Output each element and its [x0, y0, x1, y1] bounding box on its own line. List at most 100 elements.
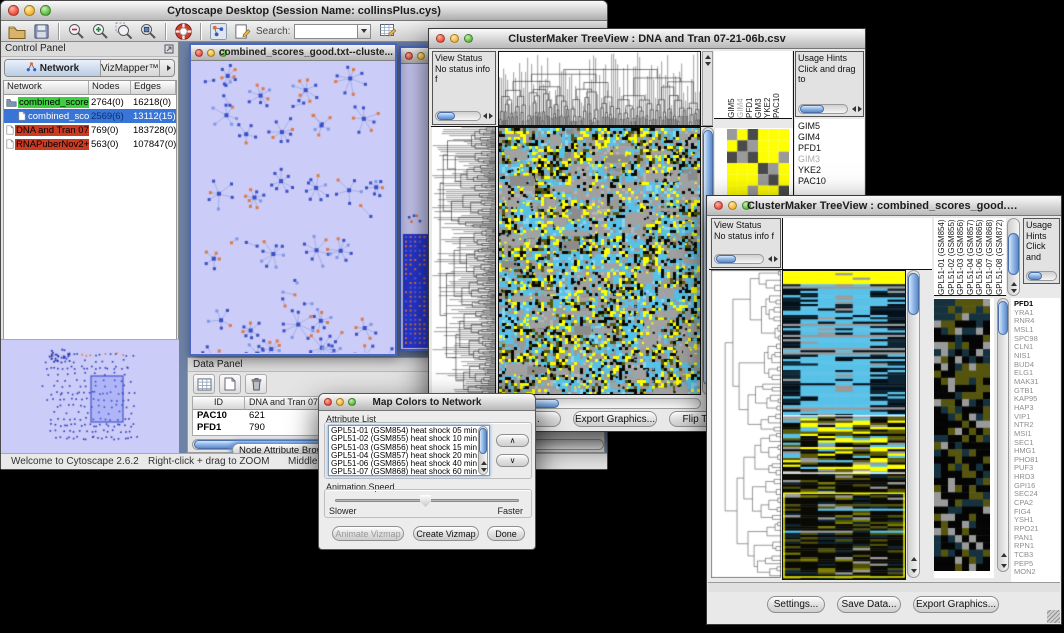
close-button[interactable] [405, 52, 413, 60]
table-icon[interactable] [193, 374, 215, 394]
export-graphics-button[interactable]: Export Graphics... [573, 411, 657, 427]
toolbar-separator [58, 23, 59, 40]
gene-list-scrollbar[interactable] [997, 298, 1009, 572]
network-edges: 107847(0) [131, 137, 176, 151]
data-panel-title: Data Panel [193, 359, 242, 370]
animate-vizmap-button[interactable]: Animate Vizmap [332, 526, 404, 541]
matrix-label: GIM5 [798, 121, 864, 132]
col-nodes[interactable]: Nodes [89, 81, 131, 95]
treeview1-title: ClusterMaker TreeView : DNA and Tran 07-… [429, 33, 865, 45]
mini-heatmap[interactable] [934, 299, 990, 571]
search-input[interactable] [294, 24, 358, 39]
folder-icon [6, 98, 17, 107]
network-view-window[interactable]: combined_scores_good.txt--cluste... [189, 43, 397, 356]
network-row[interactable]: DNA and Tran 07769(0)183728(0) [4, 123, 176, 137]
create-vizmap-button[interactable]: Create Vizmap [413, 526, 479, 541]
zoom-in-icon[interactable] [88, 22, 112, 41]
open-session-button[interactable] [5, 22, 29, 41]
network-row[interactable]: combined_scores2764(0)16218(0) [4, 95, 176, 109]
tab-vizmapper[interactable]: VizMapper™ [101, 60, 160, 76]
network-tree-icon [26, 61, 37, 75]
view-status-scrollbar[interactable] [714, 254, 764, 264]
status-middle-hint: Middle- [288, 456, 321, 467]
toolbar-separator [200, 23, 201, 40]
attribute-list[interactable]: GPL51-01 (GSM854) heat shock 05 minGPL51… [328, 425, 490, 476]
view-status-text: No status info f [714, 231, 778, 242]
network-name: DNA and Tran 07 [15, 125, 89, 136]
column-label: GIM5 [727, 51, 736, 118]
save-data-button[interactable]: Save Data... [837, 596, 901, 613]
col-id[interactable]: ID [193, 397, 245, 410]
row-dendrogram[interactable] [711, 270, 781, 578]
main-titlebar[interactable]: Cytoscape Desktop (Session Name: collins… [1, 1, 607, 21]
attribute-browser-icon[interactable] [376, 22, 400, 41]
network-row[interactable]: RNAPuberNov2+563(0)107847(0) [4, 137, 176, 151]
dialog-titlebar[interactable]: Map Colors to Network [319, 394, 535, 411]
status-zoom-hint: Right-click + drag to ZOOM [148, 456, 269, 467]
mini-heatmap-zone [934, 298, 994, 578]
usage-hints-text: Click and [1026, 241, 1057, 262]
treeview2-titlebar[interactable]: ClusterMaker TreeView : combined_scores_… [707, 196, 1061, 216]
network-list: Network Nodes Edges combined_scores2764(… [3, 80, 177, 340]
birdseye-view[interactable] [1, 339, 179, 453]
usage-hints-title: Usage Hints [798, 53, 861, 64]
save-session-button[interactable] [29, 22, 53, 41]
column-label: GPL51-03 (GSM856) [956, 218, 966, 295]
new-document-icon[interactable] [219, 374, 241, 394]
heatmap-vscrollbar[interactable] [907, 270, 920, 578]
usage-hints-scrollbar[interactable] [798, 104, 848, 114]
search-dropdown-button[interactable] [358, 24, 371, 39]
heatmap-main[interactable] [782, 270, 906, 580]
column-dendrogram[interactable] [782, 218, 932, 269]
attribute-item[interactable]: GPL51-07 (GSM868) heat shock 60 min [331, 468, 487, 476]
heatmap-main[interactable] [498, 127, 701, 395]
float-panel-icon[interactable] [164, 44, 174, 57]
toolbar-separator [165, 23, 166, 40]
done-button[interactable]: Done [487, 526, 525, 541]
zoom-out-icon[interactable] [64, 22, 88, 41]
export-graphics-button[interactable]: Export Graphics... [913, 596, 999, 613]
usage-hints-panel: Usage Hints Click and [1023, 218, 1060, 284]
label-scroll-strip[interactable] [702, 51, 713, 126]
file-icon [18, 111, 26, 121]
view-status-scrollbar[interactable] [435, 111, 481, 121]
chevron-right-icon [167, 65, 171, 71]
usage-hints-scrollbar[interactable] [1026, 271, 1057, 281]
network-row[interactable]: combined_sco2569(6)13112(15) [4, 109, 176, 123]
node-attribute-browser-button[interactable]: Node Attribute Brows [232, 443, 328, 453]
network-edges: 13112(15) [131, 109, 176, 123]
treeview-window-combined: ClusterMaker TreeView : combined_scores_… [706, 195, 1062, 625]
row-id: PAC10 [193, 410, 245, 422]
view-status-title: View Status [435, 53, 493, 64]
move-up-button[interactable]: ∧ [496, 434, 529, 447]
column-label: GIM4 [736, 51, 745, 118]
tab-network[interactable]: Network [5, 60, 101, 76]
network-nodes: 2764(0) [89, 95, 131, 109]
move-down-button[interactable]: ∨ [496, 454, 529, 467]
column-label: GPL51-02 (GSM855) [947, 218, 957, 295]
col-network[interactable]: Network [4, 81, 89, 95]
control-panel-title: Control Panel [5, 43, 66, 54]
zoom-fit-icon[interactable] [136, 22, 160, 41]
desktop: Cytoscape Desktop (Session Name: collins… [0, 0, 1064, 633]
network-table-header[interactable]: Network Nodes Edges [4, 81, 176, 95]
correlation-matrix[interactable] [727, 129, 789, 197]
row-dendrogram[interactable] [432, 127, 496, 395]
annotation-icon[interactable] [230, 22, 254, 41]
col-edges[interactable]: Edges [131, 81, 176, 95]
trash-icon[interactable] [245, 374, 267, 394]
help-lifering-icon[interactable] [171, 22, 195, 41]
column-labels-scrollbar[interactable] [1007, 218, 1020, 296]
settings-button[interactable]: Settings... [767, 596, 825, 613]
tab-overflow-button[interactable] [160, 60, 175, 76]
network-canvas[interactable] [191, 61, 395, 353]
network-nodes: 769(0) [89, 123, 131, 137]
minimize-button[interactable] [417, 52, 425, 60]
vizmapper-icon[interactable] [206, 22, 230, 41]
resize-grip[interactable] [1047, 610, 1060, 623]
gene-list[interactable]: PFD1YRA1RNR4MSL1SPC98CLN1NIS1BUD4ELG1MAK… [1011, 298, 1060, 582]
treeview1-titlebar[interactable]: ClusterMaker TreeView : DNA and Tran 07-… [429, 29, 865, 49]
zoom-selected-icon[interactable] [112, 22, 136, 41]
attribute-list-scrollbar[interactable] [478, 426, 488, 475]
column-dendrogram[interactable] [498, 51, 701, 126]
